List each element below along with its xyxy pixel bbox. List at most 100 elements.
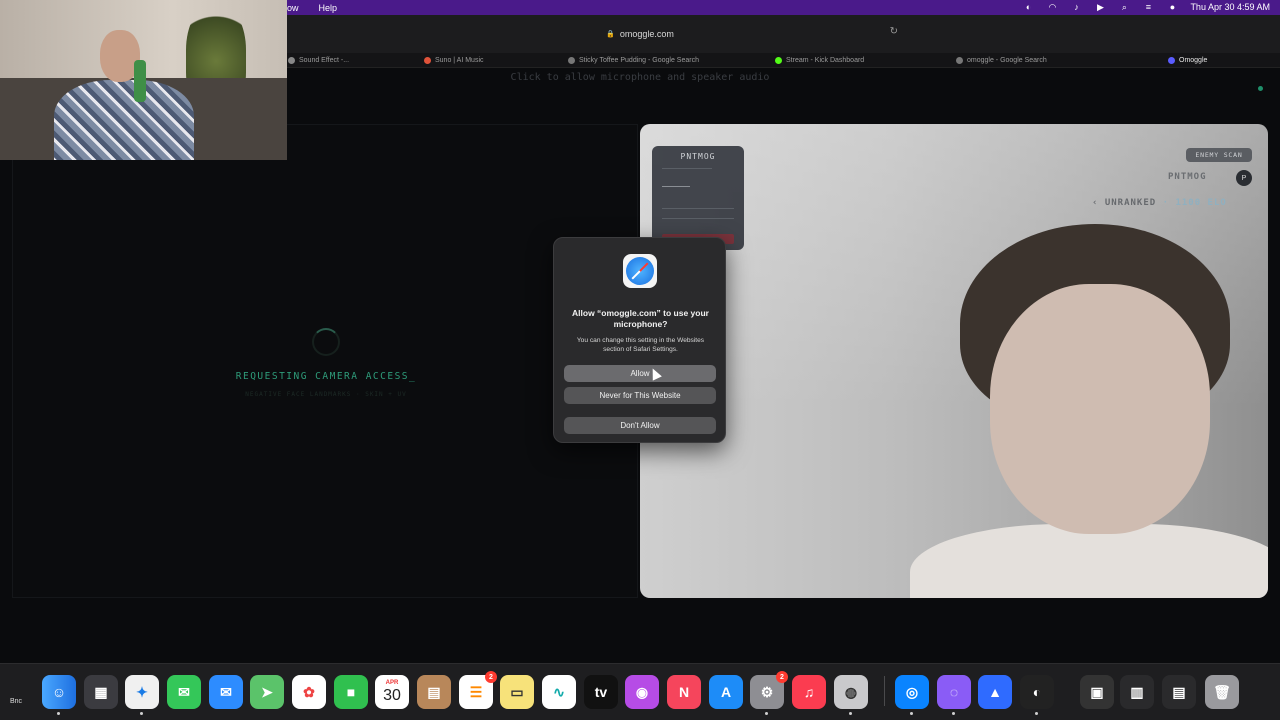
apple-tv-icon[interactable]: tv [584, 675, 618, 709]
tab-label: omoggle - Google Search [967, 57, 1047, 64]
requesting-camera-subtext: NEGATIVE FACE LANDMARKS · SKIN + UV [245, 391, 407, 398]
tab-label: Sticky Toffee Pudding - Google Search [579, 57, 699, 64]
menu-help[interactable]: Help [319, 2, 338, 14]
calendar-month: APR [385, 680, 399, 686]
settings-badge: 2 [776, 671, 788, 683]
opponent-avatar[interactable]: P [1236, 170, 1252, 186]
contacts-icon[interactable]: ▤ [417, 675, 451, 709]
tab-favicon [1168, 57, 1175, 64]
bluesky-icon[interactable]: ▲ [978, 675, 1012, 709]
address-text: omoggle.com [619, 29, 674, 39]
wifi-icon[interactable]: ◠ [1046, 1, 1058, 13]
webcam-person-shirt [54, 80, 194, 160]
downloads-stack[interactable]: ▥ [1120, 675, 1154, 709]
play-icon[interactable]: ▶ [1094, 1, 1106, 13]
freeform-icon[interactable]: ∿ [542, 675, 576, 709]
trash-icon[interactable]: 🗑 [1205, 675, 1239, 709]
recent-document-thumbnail[interactable]: ▣ [1080, 675, 1114, 709]
tab-label: Sound Effect -... [299, 57, 350, 64]
obs-icon[interactable]: ◐ [1020, 675, 1054, 709]
tab-label: Omoggle [1179, 57, 1208, 64]
tab-favicon [775, 57, 782, 64]
tab-favicon [568, 57, 575, 64]
tab-kick-dashboard[interactable]: Stream - Kick Dashboard [775, 53, 864, 68]
menu-clock[interactable]: Thu Apr 30 4:59 AM [1190, 1, 1270, 13]
tab-omoggle[interactable]: Omoggle [1168, 53, 1207, 68]
dialog-title: Allow “omoggle.com” to use your micropho… [572, 308, 709, 329]
webcam-person [54, 30, 194, 160]
never-for-website-button[interactable]: Never for This Website [564, 387, 716, 404]
reload-icon[interactable]: ↻ [890, 26, 898, 37]
running-indicator [765, 712, 768, 715]
podcasts-icon[interactable]: ◉ [625, 675, 659, 709]
tab-favicon [424, 57, 431, 64]
tab-favicon [956, 57, 963, 64]
running-indicator [910, 712, 913, 715]
tv-label: tv [594, 684, 608, 700]
maps-icon[interactable]: ➤ [250, 675, 284, 709]
app-store-icon[interactable]: A [709, 675, 743, 709]
menu-window[interactable]: ow [287, 2, 299, 14]
loading-spinner [312, 328, 340, 356]
enemy-scan-chip[interactable]: ENEMY SCAN [1186, 148, 1252, 162]
menu-items: ow Help [287, 2, 337, 14]
dialog-body: You can change this setting in the Websi… [576, 337, 705, 353]
safari-dock-icon[interactable]: ✦ [125, 675, 159, 709]
dock: ☺ ▦ ✦ ✉ ✉ ➤ ✿ ■ APR 30 ▤ ☰ 2 ▭ ∿ tv ◉ N … [0, 663, 1280, 720]
running-indicator [849, 712, 852, 715]
tab-omoggle-search[interactable]: omoggle - Google Search [956, 53, 1047, 68]
music-icon[interactable]: ♫ [792, 675, 826, 709]
dont-allow-button[interactable]: Don't Allow [564, 417, 716, 434]
tab-sticky-toffee[interactable]: Sticky Toffee Pudding - Google Search [568, 53, 699, 68]
launchpad-icon[interactable]: ▦ [84, 675, 118, 709]
allow-button[interactable]: Allow [564, 365, 716, 382]
messages-icon[interactable]: ✉ [167, 675, 201, 709]
opponent-name: PNTMOG [1168, 172, 1207, 182]
rank-elo: · 1100 ELO [1162, 198, 1227, 208]
running-indicator [140, 712, 143, 715]
running-indicator [57, 712, 60, 715]
microphone-permission-dialog: Allow “omoggle.com” to use your micropho… [553, 237, 726, 443]
control-center-icon[interactable]: ≡ [1142, 1, 1154, 13]
tab-favicon [288, 57, 295, 64]
compass-icon [626, 257, 654, 285]
calendar-icon[interactable]: APR 30 [375, 675, 409, 709]
tab-suno[interactable]: Suno | AI Music [424, 53, 484, 68]
compressor-icon[interactable]: ◍ [834, 675, 868, 709]
mail-icon[interactable]: ✉ [209, 675, 243, 709]
facetime-icon[interactable]: ■ [334, 675, 368, 709]
arc-icon[interactable]: ◌ [937, 675, 971, 709]
safari-icon [623, 254, 657, 288]
dock-separator [884, 676, 885, 706]
remote-video-panel: PNTMOG ENEMY SCAN PNTMOG P ‹ UNRANKED · … [640, 124, 1268, 598]
reminders-badge: 2 [485, 671, 497, 683]
person-shirt [910, 524, 1268, 598]
news-icon[interactable]: N [667, 675, 701, 709]
calendar-day: 30 [383, 687, 401, 704]
status-dot [1258, 86, 1263, 91]
streamer-webcam-overlay [0, 0, 287, 160]
scan-line [662, 168, 712, 169]
requesting-camera-text: REQUESTING CAMERA ACCESS_ [235, 371, 417, 382]
documents-stack[interactable]: ▤ [1162, 675, 1196, 709]
address-bar[interactable]: 🔒 omoggle.com ↻ [360, 25, 920, 43]
finder-icon[interactable]: ☺ [42, 675, 76, 709]
remote-person [910, 224, 1268, 598]
browser-app-icon[interactable]: ◎ [895, 675, 929, 709]
scan-card-title: PNTMOG [680, 152, 716, 161]
tab-sound-effect[interactable]: Sound Effect -... [288, 53, 349, 68]
scan-line [662, 208, 734, 209]
siri-icon[interactable]: ● [1166, 1, 1178, 13]
tab-label: Stream - Kick Dashboard [786, 57, 865, 64]
reminders-icon[interactable]: ☰ 2 [459, 671, 497, 709]
notes-icon[interactable]: ▭ [500, 675, 534, 709]
scan-line [662, 218, 734, 219]
photos-icon[interactable]: ✿ [292, 675, 326, 709]
volume-icon[interactable]: ♪ [1070, 1, 1082, 13]
screen: ow Help ◐ ◠ ♪ ▶ ⌕ ≡ ● Thu Apr 30 4:59 AM… [0, 0, 1280, 720]
screen-share-icon[interactable]: ◐ [1022, 1, 1034, 13]
search-icon[interactable]: ⌕ [1118, 1, 1130, 13]
system-settings-icon[interactable]: ⚙ 2 [750, 671, 788, 709]
running-indicator [1035, 712, 1038, 715]
lock-icon: 🔒 [606, 31, 615, 38]
